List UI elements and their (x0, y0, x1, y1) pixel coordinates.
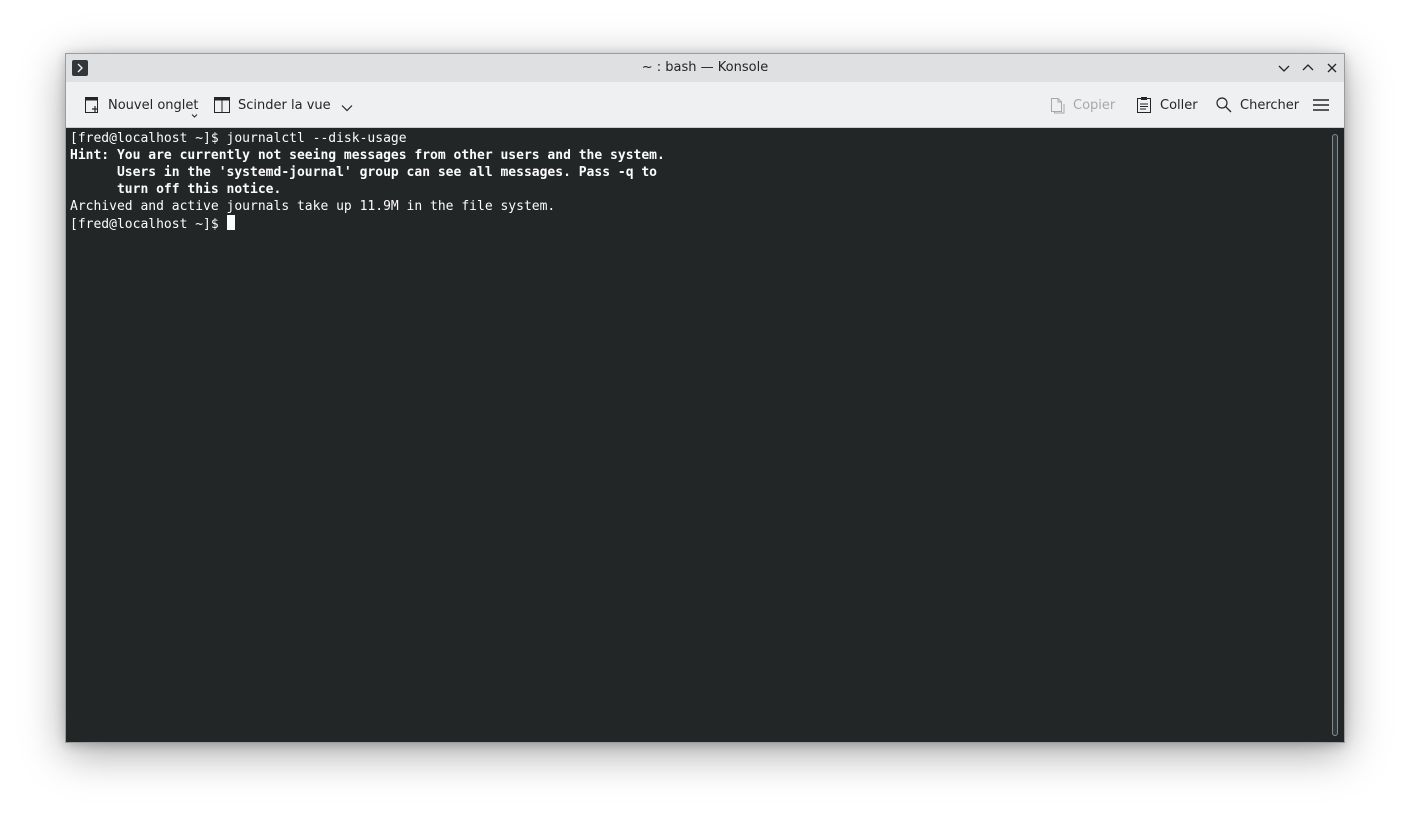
terminal-line: Archived and active journals take up 11.… (70, 199, 556, 214)
main-toolbar: Nouvel onglet Scinder la vue Copier Coll… (66, 82, 1344, 128)
chevron-down-small-icon (191, 108, 198, 123)
close-button[interactable] (1324, 60, 1340, 76)
chevron-up-icon (1302, 64, 1314, 71)
terminal-line: [fred@localhost ~]$ journalctl --disk-us… (70, 131, 407, 146)
close-icon (1327, 63, 1337, 73)
paste-icon (1135, 96, 1153, 114)
new-tab-icon (83, 96, 101, 114)
chevron-down-icon (341, 101, 353, 112)
window-title: ~ : bash — Konsole (641, 60, 769, 75)
hamburger-menu-icon (1312, 96, 1330, 114)
search-label: Chercher (1240, 97, 1300, 113)
title-bar[interactable]: ~ : bash — Konsole (66, 54, 1344, 82)
new-tab-label: Nouvel onglet (108, 97, 199, 113)
main-menu-button[interactable] (1312, 82, 1330, 128)
copy-icon (1048, 96, 1066, 114)
terminal-prompt-line: [fred@localhost ~]$ (70, 215, 1344, 232)
terminal-view[interactable]: [fred@localhost ~]$ journalctl --disk-us… (66, 128, 1344, 742)
paste-button[interactable]: Coller (1135, 82, 1198, 128)
maximize-button[interactable] (1300, 60, 1316, 76)
copy-button[interactable]: Copier (1048, 82, 1115, 128)
terminal-cursor (226, 215, 235, 230)
chevron-down-icon (1278, 65, 1290, 72)
minimize-button[interactable] (1276, 60, 1292, 76)
konsole-window: ~ : bash — Konsole Nouvel onglet Scinder… (65, 53, 1345, 743)
terminal-output: [fred@localhost ~]$ journalctl --disk-us… (70, 130, 1344, 215)
split-view-label: Scinder la vue (238, 97, 331, 113)
split-view-icon (213, 96, 231, 114)
terminal-prompt: [fred@localhost ~]$ (70, 217, 227, 232)
paste-label: Coller (1160, 97, 1198, 113)
terminal-line: Hint: You are currently not seeing messa… (70, 148, 665, 163)
terminal-line: turn off this notice. (70, 182, 282, 197)
terminal-line: Users in the 'systemd-journal' group can… (70, 165, 657, 180)
search-button[interactable]: Chercher (1215, 82, 1299, 128)
terminal-scrollbar[interactable] (1332, 134, 1338, 736)
search-icon (1215, 96, 1233, 114)
new-tab-button[interactable]: Nouvel onglet (83, 82, 199, 128)
split-view-button[interactable]: Scinder la vue (213, 82, 353, 128)
copy-label: Copier (1073, 97, 1116, 113)
